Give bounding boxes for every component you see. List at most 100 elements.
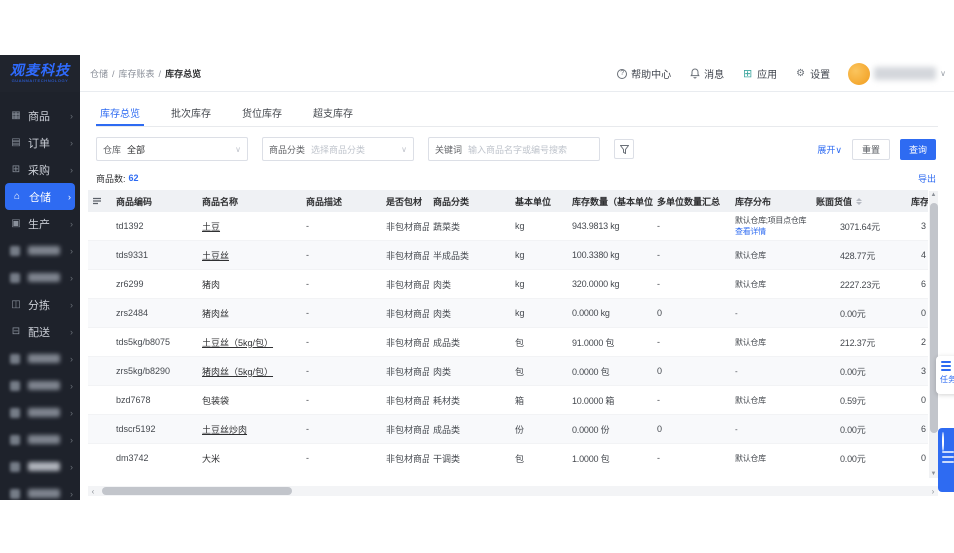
table-row[interactable]: dm3742 大米 - 非包材商品 干调类 包 1.0000 包 - 默认仓库 0.00元 0 <box>88 444 928 472</box>
table-row[interactable]: zr6299 猪肉 - 非包材商品 肉类 kg 320.0000 kg - 默认仓库 2227.2… <box>88 270 928 299</box>
product-name-link[interactable]: 土豆丝炒肉 <box>202 425 247 435</box>
cell-material: 非包材商品 <box>386 308 429 319</box>
dist-text: 默认仓库;项目点仓库 <box>735 216 807 225</box>
scroll-left-arrow[interactable]: ‹ <box>88 487 98 496</box>
cell-book-value: 0.59元 <box>840 395 866 406</box>
product-name-link[interactable]: 包装袋 <box>202 396 229 406</box>
cell-name: 土豆 <box>198 220 302 233</box>
task-panel-toggle[interactable]: 任务 <box>936 356 954 394</box>
cell-desc: - <box>306 250 309 260</box>
column-header-qty[interactable]: 库存数量（基本单位） <box>568 195 653 208</box>
cell-category: 干调类 <box>433 453 461 464</box>
query-button[interactable]: 查询 <box>899 139 936 160</box>
sidebar-item-redacted-4[interactable]: › <box>0 372 80 399</box>
column-settings-icon[interactable] <box>92 196 102 206</box>
warehouse-select[interactable]: 仓库 全部 ∨ <box>96 137 248 161</box>
cell-distribution: 默认仓库 <box>731 250 812 261</box>
redacted-icon <box>10 380 20 391</box>
sidebar-item-redacted-1[interactable]: › <box>0 237 80 264</box>
sidebar-item-purchase[interactable]: ⊞ 采购 › <box>0 156 80 183</box>
help-label: 帮助中心 <box>631 70 672 81</box>
cell-category: 肉类 <box>433 279 452 290</box>
sidebar-item-redacted-2[interactable]: › <box>0 264 80 291</box>
vertical-scrollbar-thumb[interactable] <box>929 203 938 433</box>
messages-button[interactable]: 消息 <box>689 66 724 81</box>
sidebar-item-label: 分拣 <box>28 299 50 312</box>
sidebar-item-redacted-7[interactable]: › <box>0 453 80 480</box>
cell-material: 非包材商品 <box>386 453 429 464</box>
scroll-down-arrow[interactable]: ▼ <box>929 471 938 477</box>
table-row[interactable]: bzd7678 包装袋 - 非包材商品 耗材类 箱 10.0000 箱 - 默认仓库 0.59元 0 <box>88 386 928 415</box>
cell-qty: 0.0000 份 <box>572 424 610 435</box>
help-center-button[interactable]: ? 帮助中心 <box>617 66 671 81</box>
apps-label: 应用 <box>757 70 778 81</box>
product-name-link[interactable]: 土豆丝 <box>202 251 229 261</box>
product-name-link[interactable]: 土豆 <box>202 222 220 232</box>
breadcrumb-stock-report[interactable]: 库存账表 <box>119 67 155 80</box>
breadcrumb-warehouse[interactable]: 仓储 <box>90 67 108 80</box>
table-row[interactable]: zrs2484 猪肉丝 - 非包材商品 肉类 kg 0.0000 kg 0 - 0.00元 0 <box>88 299 928 328</box>
cell-code: dm3742 <box>116 453 149 463</box>
sidebar-item-production[interactable]: ▣ 生产 › <box>0 210 80 237</box>
product-name-link[interactable]: 大米 <box>202 454 220 464</box>
vertical-scrollbar[interactable]: ▲ ▼ <box>929 191 938 478</box>
warehouse-select-value: 全部 <box>127 144 146 155</box>
apps-button[interactable]: ⊞ 应用 <box>742 66 777 81</box>
sidebar-item-orders[interactable]: ▤ 订单 › <box>0 129 80 156</box>
cell-qty: 1.0000 包 <box>572 453 610 464</box>
product-name-link[interactable]: 猪肉丝（5kg/包） <box>202 367 273 377</box>
product-name-link[interactable]: 猪肉丝 <box>202 309 229 319</box>
scroll-right-arrow[interactable]: › <box>928 487 938 496</box>
sidebar-item-redacted-8[interactable]: › <box>0 480 80 500</box>
scroll-up-arrow[interactable]: ▲ <box>929 192 938 198</box>
category-select[interactable]: 商品分类 选择商品分类 ∨ <box>262 137 414 161</box>
table-row[interactable]: tdscr5192 土豆丝炒肉 - 非包材商品 成品类 份 0.0000 份 0 - 0.00元 6 <box>88 415 928 444</box>
cell-avg-price: 2 <box>921 337 926 347</box>
apps-icon: ⊞ <box>743 68 753 80</box>
chevron-right-icon: › <box>70 461 73 472</box>
horizontal-scrollbar-thumb[interactable] <box>102 487 292 495</box>
cell-material: 非包材商品 <box>386 395 429 406</box>
sidebar-item-redacted-6[interactable]: › <box>0 426 80 453</box>
redacted-label <box>28 246 60 255</box>
settings-button[interactable]: ⚙ 设置 <box>795 66 830 81</box>
column-header-value[interactable]: 账面货值 <box>812 195 907 208</box>
horizontal-scrollbar[interactable]: ‹ › <box>88 486 938 496</box>
export-link[interactable]: 导出 <box>918 172 936 185</box>
sidebar-item-warehouse[interactable]: ⌂ 仓储 › <box>5 183 75 210</box>
expand-filters-link[interactable]: 展开∨ <box>817 143 842 156</box>
service-widget[interactable] <box>938 428 954 492</box>
keyword-input[interactable]: 关键词 输入商品名字或编号搜索 <box>428 137 600 161</box>
view-details-link[interactable]: 查看详情 <box>735 226 812 237</box>
table-row[interactable]: tds5kg/b8075 土豆丝（5kg/包） - 非包材商品 成品类 包 91.0000 … <box>88 328 928 357</box>
user-account[interactable]: ∨ <box>848 62 946 85</box>
tab-1[interactable]: 批次库存 <box>167 105 215 126</box>
column-header-material: 是否包材 <box>386 196 423 207</box>
chevron-right-icon: › <box>70 164 73 175</box>
product-name-link[interactable]: 土豆丝（5kg/包） <box>202 338 273 348</box>
sidebar-item-delivery[interactable]: ⊟ 配送 › <box>0 318 80 345</box>
bell-icon <box>689 68 700 79</box>
chevron-right-icon: › <box>70 326 73 337</box>
tab-2[interactable]: 货位库存 <box>238 105 286 126</box>
cell-name: 猪肉丝（5kg/包） <box>198 365 302 378</box>
sidebar-item-sorting[interactable]: ◫ 分拣 › <box>0 291 80 318</box>
product-name-link[interactable]: 猪肉 <box>202 280 220 290</box>
table-row[interactable]: tds9331 土豆丝 - 非包材商品 半成品类 kg 100.3380 kg - 默认仓库 42… <box>88 241 928 270</box>
cell-avg-price: 6 <box>921 279 926 289</box>
advanced-filter-button[interactable] <box>614 139 634 159</box>
sidebar-item-products[interactable]: ▦ 商品 › <box>0 102 80 129</box>
reset-button[interactable]: 重置 <box>851 139 890 160</box>
sort-icon[interactable] <box>856 197 863 205</box>
tab-0[interactable]: 库存总览 <box>96 105 144 126</box>
cell-desc: - <box>306 424 309 434</box>
cell-desc: - <box>306 337 309 347</box>
table-row[interactable]: td1392 土豆 - 非包材商品 蔬菜类 kg 943.9813 kg - 默认仓库;项目点仓… <box>88 212 928 241</box>
table-row[interactable]: zrs5kg/b8290 猪肉丝（5kg/包） - 非包材商品 肉类 包 0.0000 包 0… <box>88 357 928 386</box>
sidebar-item-redacted-3[interactable]: › <box>0 345 80 372</box>
column-header-config <box>88 196 112 206</box>
tab-3[interactable]: 超支库存 <box>309 105 357 126</box>
cell-distribution: 默认仓库 <box>731 279 812 290</box>
column-header-dist: 库存分布 <box>735 196 772 207</box>
sidebar-item-redacted-5[interactable]: › <box>0 399 80 426</box>
